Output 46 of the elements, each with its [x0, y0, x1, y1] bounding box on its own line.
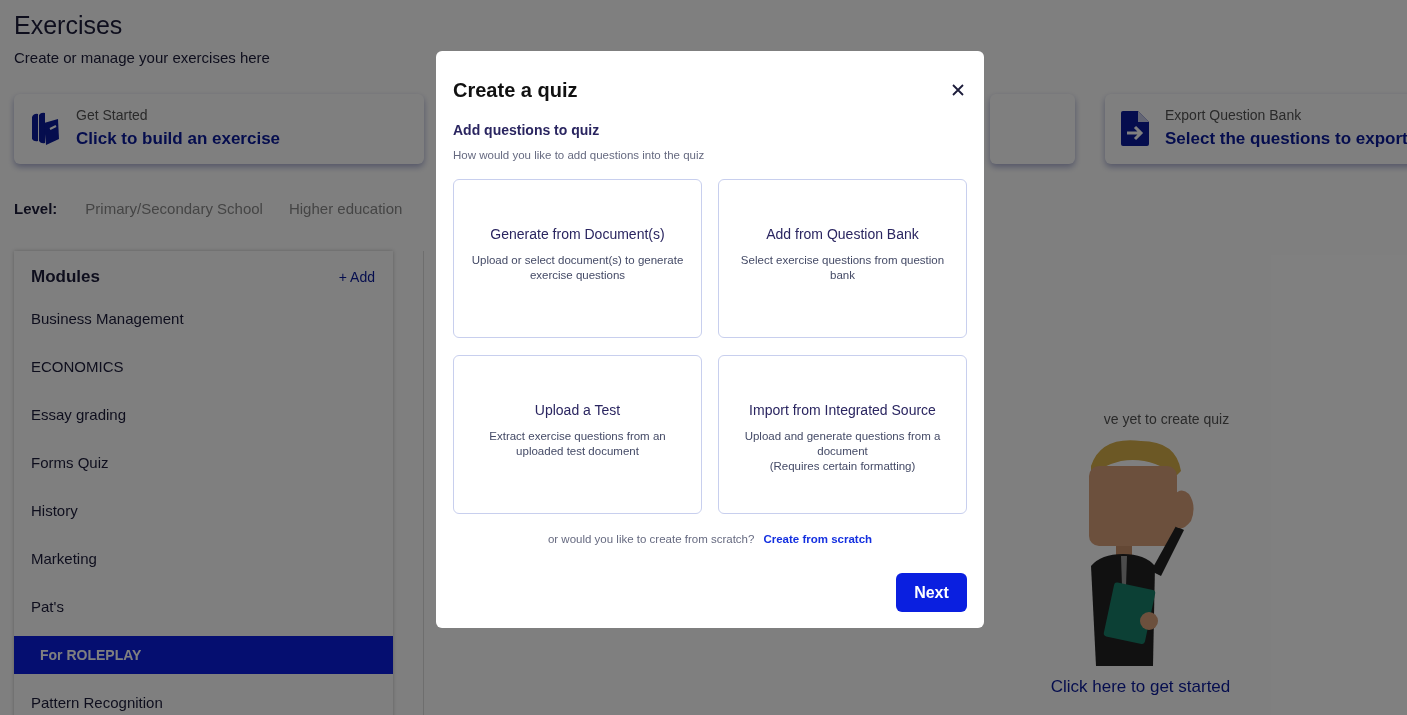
option-description: Extract exercise questions from an uploaded test document	[488, 429, 667, 460]
dialog-heading: Add questions to quiz	[453, 121, 600, 140]
books-icon	[30, 110, 60, 147]
file-export-icon	[1121, 111, 1149, 146]
option-title: Import from Integrated Source	[749, 401, 936, 421]
option-description: (Requires certain formatting)	[769, 459, 916, 475]
option-card[interactable]: Import from Integrated Source Upload and generate questions from a document (Requires certain formatting)	[718, 355, 967, 515]
option-description: Select exercise questions from question bank	[739, 253, 946, 284]
option-title: Upload a Test	[534, 401, 621, 421]
next-button[interactable]: Next	[896, 573, 967, 612]
card-label: Get Started	[76, 106, 148, 126]
card-link[interactable]: Select the questions to export	[1165, 126, 1407, 152]
page-title: Exercises	[14, 10, 123, 40]
option-description: Upload and generate questions from a document	[743, 429, 942, 460]
module-item[interactable]: Business Management	[14, 295, 393, 343]
card-label: Export Question Bank	[1165, 106, 1302, 126]
create-from-scratch-link[interactable]: Create from scratch	[763, 531, 873, 549]
level-tab[interactable]: Primary/Secondary School	[85, 197, 263, 220]
module-item[interactable]: ECONOMICS	[14, 343, 393, 391]
module-item[interactable]: For ROLEPLAY	[14, 636, 393, 674]
dialog-title: Create a quiz	[453, 78, 578, 103]
module-item[interactable]: Essay grading	[14, 391, 393, 439]
level-tab[interactable]: Higher education	[288, 197, 403, 220]
module-item[interactable]: Pattern Recognition	[14, 679, 393, 715]
scratch-prompt: or would you like to create from scratch?	[547, 532, 755, 548]
page-subtitle: Create or manage your exercises here	[14, 48, 270, 68]
card-link[interactable]: Click to build an exercise	[76, 126, 281, 152]
option-card[interactable]: Generate from Document(s) Upload or select document(s) to generate exercise questions	[453, 179, 702, 339]
option-card[interactable]: Add from Question Bank Select exercise questions from question bank	[718, 179, 967, 339]
dialog-hint: How would you like to add questions into the quiz	[453, 148, 705, 163]
empty-message: ve yet to create quiz	[1103, 410, 1230, 429]
module-item[interactable]: Pat's	[14, 583, 393, 631]
action-card[interactable]: Export Question Bank Select the questions to export	[1105, 93, 1407, 164]
option-description: Upload or select document(s) to generate exercise questions	[470, 253, 685, 284]
level-label: Level:	[14, 198, 58, 219]
action-card[interactable]: Get Started Click to build an exercise	[14, 93, 424, 164]
close-icon[interactable]	[951, 83, 965, 97]
option-title: Add from Question Bank	[766, 225, 919, 245]
module-item[interactable]: Forms Quiz	[14, 439, 393, 487]
add-link[interactable]: + Add	[338, 266, 375, 288]
module-item[interactable]: Marketing	[14, 535, 393, 583]
option-title: Generate from Document(s)	[490, 225, 665, 245]
get-started-link[interactable]: Click here to get started	[1050, 674, 1231, 700]
modules-title: Modules	[31, 266, 100, 289]
module-item[interactable]: History	[14, 487, 393, 535]
option-card[interactable]: Upload a Test Extract exercise questions from an uploaded test document	[453, 355, 702, 515]
